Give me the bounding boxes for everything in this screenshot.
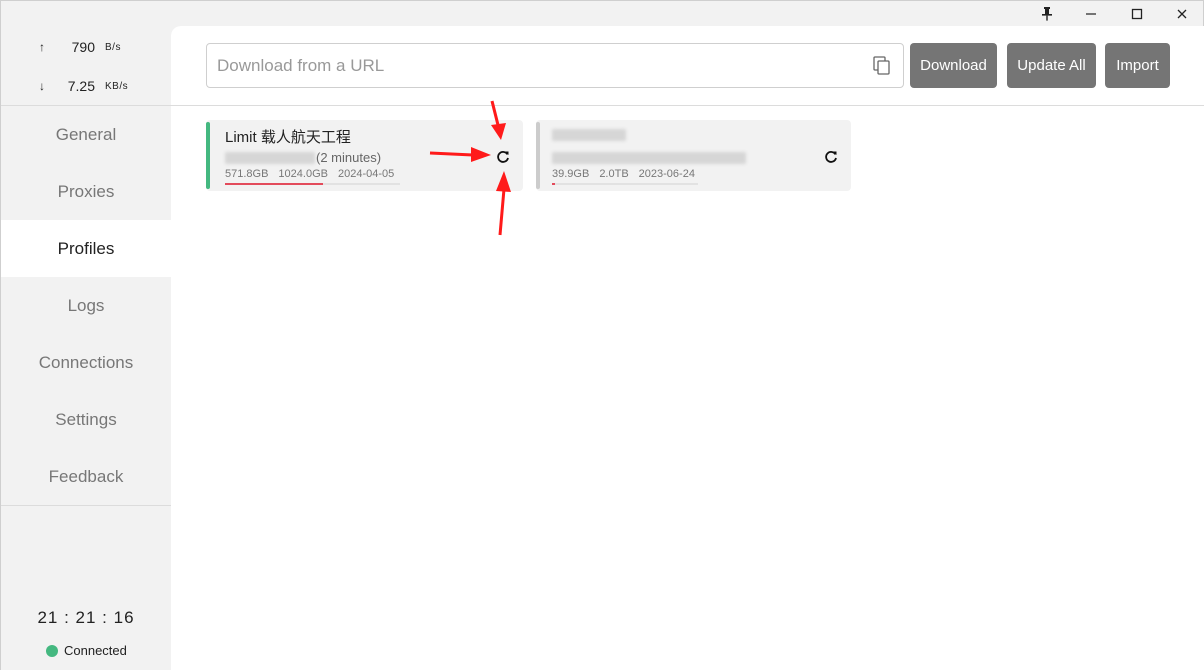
url-field-container: [206, 43, 904, 88]
active-indicator: [206, 122, 210, 189]
import-button[interactable]: Import: [1105, 43, 1170, 88]
upload-value: 790: [71, 39, 95, 55]
url-input[interactable]: [217, 44, 857, 87]
sidebar: ↑ 790 B/s ↓ 7.25 KB/s General Proxies Pr…: [1, 1, 171, 670]
profile-expire: 2024-04-05: [337, 168, 395, 180]
upload-unit: B/s: [105, 41, 121, 53]
profiles-toolbar: Download Update All Import: [171, 26, 1204, 106]
profile-total: 2.0TB: [599, 168, 629, 180]
app-window: ↑ 790 B/s ↓ 7.25 KB/s General Proxies Pr…: [0, 0, 1204, 670]
paste-icon[interactable]: [873, 56, 891, 76]
sidebar-item-feedback[interactable]: Feedback: [1, 448, 171, 505]
redacted-url: [552, 152, 746, 164]
sidebar-item-connections[interactable]: Connections: [1, 334, 171, 391]
minimize-button[interactable]: [1069, 1, 1113, 26]
connection-status: Connected: [46, 643, 127, 658]
profile-card[interactable]: 39.9GB 2.0TB 2023-06-24: [536, 120, 851, 191]
sidebar-item-general[interactable]: General: [1, 106, 171, 163]
profile-used: 571.8GB: [225, 168, 269, 180]
main-panel: Download Update All Import Limit 载人航天工程 …: [171, 26, 1204, 670]
pin-icon: [1042, 6, 1052, 21]
traffic-panel: ↑ 790 B/s ↓ 7.25 KB/s: [1, 26, 171, 106]
title-bar: [171, 1, 1203, 26]
profile-name: Limit 载人航天工程: [225, 129, 351, 146]
sidebar-divider: [1, 505, 171, 506]
minimize-icon: [1086, 12, 1096, 15]
upload-arrow-icon: ↑: [39, 40, 45, 54]
usage-progress: [552, 183, 698, 185]
profile-card[interactable]: Limit 载人航天工程 (2 minutes) 571.8GB 1024.0G…: [206, 120, 523, 191]
inactive-indicator: [536, 122, 540, 189]
redacted-name: [552, 129, 626, 141]
close-icon: [1177, 9, 1187, 18]
refresh-icon[interactable]: [823, 149, 839, 165]
maximize-icon: [1131, 8, 1143, 19]
pin-button[interactable]: [1025, 1, 1069, 26]
sidebar-item-profiles[interactable]: Profiles: [1, 220, 171, 277]
download-unit: KB/s: [105, 80, 129, 92]
redacted-url: [225, 152, 315, 164]
usage-progress-fill: [552, 183, 555, 185]
clock: 21 : 21 : 16: [37, 608, 135, 627]
upload-speed: ↑ 790 B/s: [39, 39, 121, 55]
status-dot-icon: [46, 644, 58, 657]
maximize-button[interactable]: [1115, 1, 1159, 26]
update-all-button[interactable]: Update All: [1007, 43, 1096, 88]
profile-used: 39.9GB: [552, 168, 590, 180]
download-button[interactable]: Download: [910, 43, 997, 88]
usage-progress: [225, 183, 400, 185]
download-speed: ↓ 7.25 KB/s: [39, 78, 128, 94]
status-label: Connected: [64, 643, 127, 658]
profile-updated: (2 minutes): [316, 150, 382, 165]
sidebar-item-proxies[interactable]: Proxies: [1, 163, 171, 220]
download-arrow-icon: ↓: [39, 79, 45, 93]
sidebar-item-settings[interactable]: Settings: [1, 391, 171, 448]
profile-stats: 39.9GB 2.0TB 2023-06-24: [552, 168, 695, 180]
download-value: 7.25: [67, 78, 95, 94]
profile-total: 1024.0GB: [278, 168, 328, 180]
profile-stats: 571.8GB 1024.0GB 2024-04-05: [225, 168, 394, 180]
refresh-icon[interactable]: [495, 149, 511, 165]
usage-progress-fill: [225, 183, 323, 185]
close-button[interactable]: [1160, 1, 1204, 26]
sidebar-nav: General Proxies Profiles Logs Connection…: [1, 106, 171, 505]
sidebar-item-logs[interactable]: Logs: [1, 277, 171, 334]
profile-expire: 2023-06-24: [638, 168, 695, 180]
